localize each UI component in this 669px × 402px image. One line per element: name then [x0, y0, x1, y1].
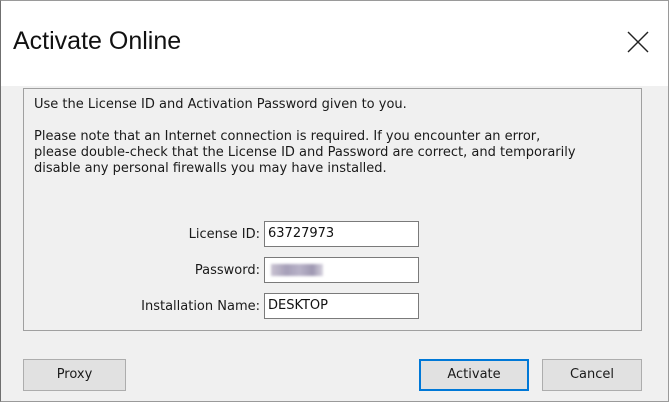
activate-button[interactable]: Activate [419, 359, 529, 391]
installation-name-field[interactable]: DESKTOP [264, 293, 419, 319]
password-field[interactable] [264, 257, 419, 283]
installation-name-label: Installation Name: [141, 299, 260, 314]
close-button[interactable] [625, 29, 651, 55]
proxy-button[interactable]: Proxy [23, 359, 126, 391]
note-text: Please note that an Internet connection … [34, 129, 634, 177]
password-label: Password: [194, 263, 260, 278]
note-line: Please note that an Internet connection … [34, 129, 541, 144]
license-id-field[interactable]: 63727973 [264, 221, 419, 247]
close-icon [627, 31, 649, 53]
cancel-button[interactable]: Cancel [542, 359, 642, 391]
note-line: disable any personal firewalls you may h… [34, 161, 387, 176]
license-id-label: License ID: [188, 227, 260, 242]
dialog-title: Activate Online [13, 27, 182, 55]
activate-online-dialog: Activate Online Use the License ID and A… [0, 0, 669, 402]
title-bar: Activate Online [1, 1, 668, 86]
activation-panel: Use the License ID and Activation Passwo… [23, 88, 642, 331]
note-line: please double-check that the License ID … [34, 145, 576, 160]
redacted-password [271, 264, 323, 276]
intro-text: Use the License ID and Activation Passwo… [34, 97, 407, 112]
